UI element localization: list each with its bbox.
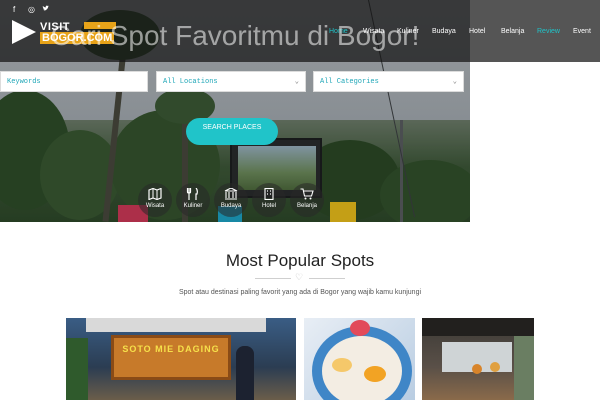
person [236,346,254,400]
spot-card[interactable] [422,318,534,400]
map-icon [148,188,162,200]
category-kuliner-button[interactable]: Kuliner [176,183,210,217]
lamp [472,364,482,374]
canopy [86,318,266,332]
divider-line [255,278,291,279]
location-select[interactable]: All Locations ⌄ [156,71,306,92]
fruit [364,366,386,382]
twitter-icon[interactable] [42,5,49,14]
food-cart [111,335,231,380]
section-title: Most Popular Spots [225,251,375,270]
plants [514,336,534,400]
hero-title: Cari Spot Favoritmu di Bogor! [50,20,420,51]
category-wisata-button[interactable]: Wisata [138,183,172,217]
category-select[interactable]: All Categories ⌄ [313,71,464,92]
ceiling [422,318,534,336]
category-label: Belanja [296,203,317,209]
shopping-cart-icon [300,188,314,200]
plant [66,338,88,400]
nav-item-review[interactable]: Review [537,28,560,35]
instagram-icon[interactable]: ◎ [28,5,35,14]
nav-item-event[interactable]: Event [573,28,591,35]
building-icon [264,188,274,200]
category-selected-value: All Categories [320,78,379,86]
category-hotel-button[interactable]: Hotel [252,183,286,217]
facebook-icon[interactable]: f [13,5,15,14]
category-budaya-button[interactable]: Budaya [214,183,248,217]
category-belanja-button[interactable]: Belanja [290,183,324,217]
right-blank-area [470,62,600,222]
cart-sign-text: SOTO MIE DAGING [122,344,220,354]
keywords-input[interactable]: Keywords [0,71,148,92]
keywords-placeholder: Keywords [7,78,41,86]
nav-item-hotel[interactable]: Hotel [469,28,485,35]
nav-item-belanja[interactable]: Belanja [501,28,524,35]
search-places-button[interactable]: SEARCH PLACES [186,118,278,145]
comment-icon: ♡ [295,272,304,282]
section-subtitle: Spot atau destinasi paling favorit yang … [178,289,422,296]
spot-card[interactable]: SOTO MIE DAGING [66,318,296,400]
search-button-label: SEARCH PLACES [202,124,262,131]
fruit [332,358,352,372]
chevron-down-icon: ⌄ [452,78,457,86]
cherry [350,320,370,336]
location-selected-value: All Locations [163,78,218,86]
spot-card[interactable] [304,318,415,400]
landmark-icon [224,188,238,200]
lamp [490,362,500,372]
divider-line [309,278,345,279]
chevron-down-icon: ⌄ [294,78,299,86]
utensils-icon [186,188,198,200]
